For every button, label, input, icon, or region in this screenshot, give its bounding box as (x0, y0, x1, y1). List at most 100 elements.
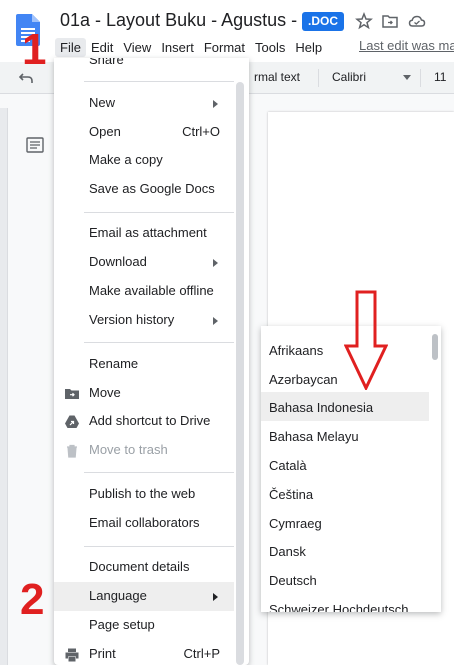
menu-tools[interactable]: Tools (250, 38, 290, 57)
menu-item-label: Publish to the web (89, 486, 196, 501)
submenu-arrow-icon (213, 100, 218, 108)
menu-item-document-details[interactable]: Document details (54, 553, 234, 582)
menu-item-new[interactable]: New (54, 89, 234, 118)
language-label: Bahasa Indonesia (269, 400, 374, 415)
menu-item-label: Share (89, 58, 124, 67)
menu-item-save-as-google-docs[interactable]: Save as Google Docs (54, 175, 234, 204)
language-item[interactable]: Català (261, 450, 429, 479)
print-icon (65, 648, 79, 662)
menu-insert[interactable]: Insert (156, 38, 199, 57)
menu-item-label: Document details (89, 559, 190, 574)
menu-item-open[interactable]: Open Ctrl+O (54, 118, 234, 147)
step-1-annotation: 1 (22, 25, 47, 74)
menu-divider (84, 212, 234, 213)
language-label: Català (269, 458, 307, 473)
menu-item-add-shortcut-to-drive[interactable]: Add shortcut to Drive (54, 407, 234, 436)
language-item[interactable]: Deutsch (261, 565, 429, 594)
menu-item-label: Add shortcut to Drive (89, 413, 211, 428)
menu-item-label: Download (89, 254, 147, 269)
file-format-badge: .DOC (302, 12, 344, 31)
language-label: Deutsch (269, 573, 317, 588)
font-size-input[interactable]: 11 (434, 70, 446, 84)
paragraph-style-select[interactable]: rmal text (254, 70, 300, 84)
menu-item-label: Move to trash (89, 442, 168, 457)
language-label: Dansk (269, 544, 306, 559)
submenu-arrow-icon (213, 317, 218, 325)
menu-item-print[interactable]: Print Ctrl+P (54, 640, 234, 665)
menu-help[interactable]: Help (290, 38, 327, 57)
file-menu: Share New Open Ctrl+O Make a copy Save a… (54, 58, 249, 665)
submenu-arrow-icon (213, 259, 218, 267)
cloud-status-icon[interactable] (408, 12, 426, 30)
chevron-down-icon[interactable] (403, 75, 411, 80)
menu-divider (84, 81, 234, 82)
menu-item-label: Print (89, 646, 116, 661)
language-item[interactable]: Čeština (261, 479, 429, 508)
language-item[interactable]: Dansk (261, 536, 429, 565)
menu-item-language[interactable]: Language (54, 582, 234, 611)
toolbar-divider (318, 69, 319, 87)
folder-move-icon (65, 389, 79, 399)
submenu-arrow-icon (213, 593, 218, 601)
menu-divider (84, 342, 234, 343)
menu-view[interactable]: View (118, 38, 156, 57)
menu-item-rename[interactable]: Rename (54, 350, 234, 379)
menu-divider (84, 546, 234, 547)
menu-item-email-as-attachment[interactable]: Email as attachment (54, 219, 234, 248)
menu-item-share[interactable]: Share (54, 58, 234, 75)
language-label: Afrikaans (269, 343, 324, 358)
menu-item-label: Make available offline (89, 283, 214, 298)
menu-item-download[interactable]: Download (54, 248, 234, 277)
document-outline-icon[interactable] (26, 137, 44, 153)
menu-file[interactable]: File (55, 37, 86, 57)
menu-edit[interactable]: Edit (86, 38, 118, 57)
shortcut-hint: Ctrl+O (182, 124, 220, 139)
menu-bar: File Edit View Insert Format Tools Help (55, 36, 327, 58)
menu-format[interactable]: Format (199, 38, 250, 57)
drive-shortcut-icon (65, 415, 79, 428)
menu-item-version-history[interactable]: Version history (54, 306, 234, 335)
language-item[interactable]: Schweizer Hochdeutsch (261, 594, 429, 612)
menu-item-label: New (89, 95, 116, 110)
star-icon[interactable] (355, 12, 373, 30)
menu-item-label: Rename (89, 356, 139, 371)
move-to-folder-icon[interactable] (381, 12, 399, 30)
step-2-annotation: 2 (20, 575, 45, 624)
shortcut-hint: Ctrl+P (183, 646, 220, 661)
menu-item-page-setup[interactable]: Page setup (54, 611, 234, 640)
menu-item-make-a-copy[interactable]: Make a copy (54, 146, 234, 175)
menu-item-label: Language (89, 588, 147, 603)
trash-icon (67, 444, 77, 458)
menu-item-publish-to-the-web[interactable]: Publish to the web (54, 480, 234, 509)
menu-divider (84, 472, 234, 473)
language-submenu-scrollbar[interactable] (432, 334, 438, 360)
toolbar-divider (420, 69, 421, 87)
vertical-ruler[interactable] (0, 108, 8, 665)
font-family-select[interactable]: Calibri (332, 70, 366, 84)
language-item[interactable]: Cymraeg (261, 508, 429, 537)
menu-item-label: Open (89, 124, 121, 139)
document-title[interactable]: 01a - Layout Buku - Agustus - IE (60, 10, 319, 31)
language-label: Schweizer Hochdeutsch (269, 602, 409, 612)
menu-item-label: Save as Google Docs (89, 181, 215, 196)
menu-item-make-available-offline[interactable]: Make available offline (54, 277, 234, 306)
language-item[interactable]: Bahasa Melayu (261, 421, 429, 450)
menu-item-label: Email collaborators (89, 515, 200, 530)
menu-item-label: Page setup (89, 617, 155, 632)
down-arrow-annotation (344, 290, 388, 390)
language-item-bahasa-indonesia[interactable]: Bahasa Indonesia (261, 392, 429, 421)
menu-item-move[interactable]: Move (54, 379, 234, 408)
menu-item-move-to-trash[interactable]: Move to trash (54, 436, 234, 465)
last-edit-link[interactable]: Last edit was ma (359, 38, 454, 53)
menu-item-label: Make a copy (89, 152, 163, 167)
file-menu-scrollbar[interactable] (236, 82, 244, 665)
app-header: 01a - Layout Buku - Agustus - IE .DOC Fi… (0, 0, 454, 62)
menu-item-label: Move (89, 385, 121, 400)
language-label: Azərbaycan (269, 372, 338, 387)
menu-item-label: Version history (89, 312, 175, 327)
menu-item-email-collaborators[interactable]: Email collaborators (54, 509, 234, 538)
menu-item-label: Email as attachment (89, 225, 207, 240)
language-label: Cymraeg (269, 516, 322, 531)
language-label: Bahasa Melayu (269, 429, 359, 444)
language-label: Čeština (269, 487, 314, 502)
